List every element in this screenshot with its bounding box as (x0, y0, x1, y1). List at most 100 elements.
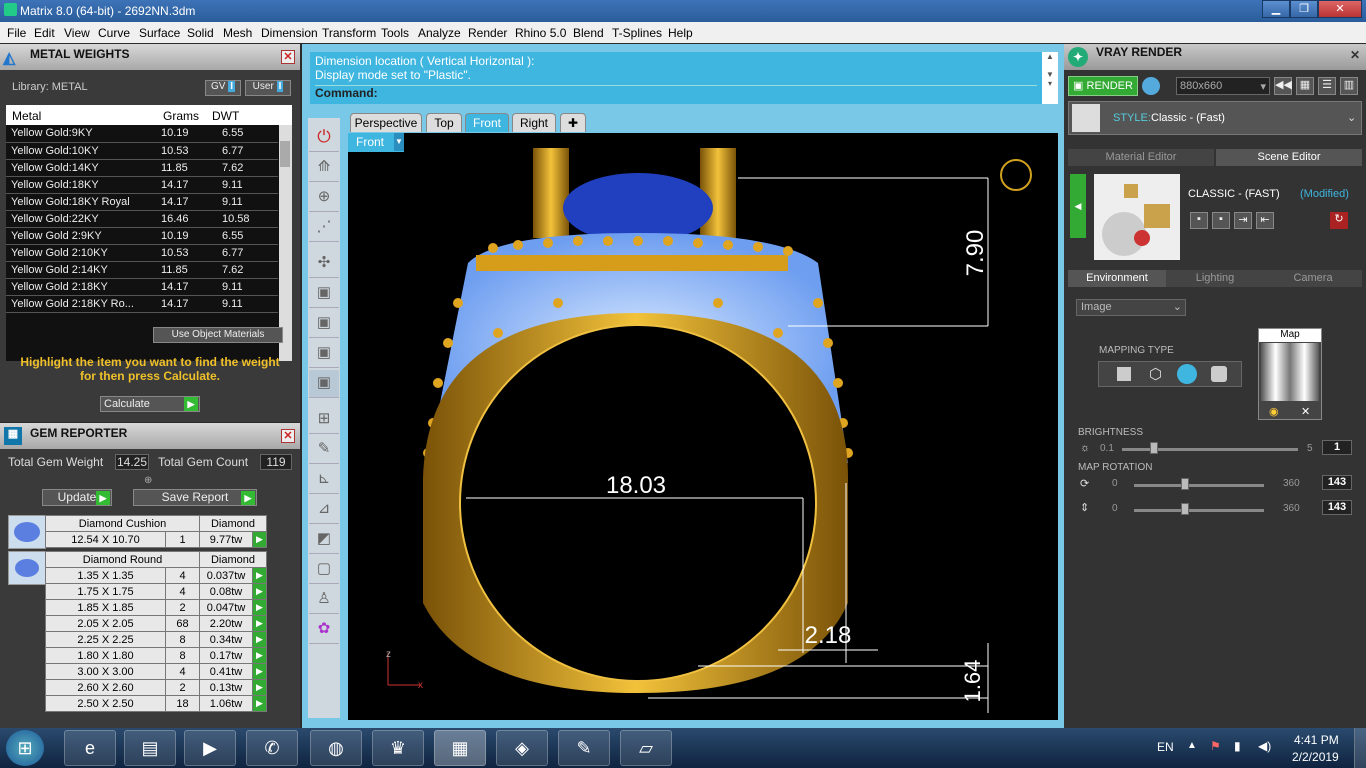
tab-add[interactable]: ✚ (560, 113, 586, 132)
rotation1-knob[interactable] (1181, 478, 1189, 490)
network-icon[interactable]: ▮ (1234, 739, 1241, 753)
ie-icon[interactable]: e (64, 730, 116, 766)
save-as-icon[interactable]: ▪ (1212, 212, 1230, 229)
layers-icon[interactable]: ◩ (309, 526, 339, 554)
table-row[interactable]: Yellow Gold:18KY 14.17 9.11 (6, 176, 278, 194)
globe-icon[interactable]: ⊕ (309, 184, 339, 212)
environment-type-select[interactable]: Image ⌄ (1076, 299, 1186, 316)
gumball-icon[interactable]: ⟰ (309, 154, 339, 182)
import-icon[interactable]: ⇥ (1234, 212, 1252, 229)
play-icon[interactable]: ▶ (252, 599, 267, 616)
table-row[interactable]: 3.00 X 3.00 4 0.41tw ▶ (45, 663, 267, 680)
rotation2-knob[interactable] (1181, 503, 1189, 515)
clock-date[interactable]: 2/2/2019 (1292, 750, 1339, 764)
explorer-icon[interactable]: ▤ (124, 730, 176, 766)
rewind-icon[interactable]: ◀◀ (1274, 77, 1292, 95)
history-icon[interactable]: ▢ (309, 556, 339, 584)
close-button[interactable]: ✕ (1318, 0, 1362, 18)
cube-right-icon[interactable]: ▣ (309, 370, 339, 398)
paint-icon[interactable]: ✎ (558, 730, 610, 766)
show-desktop-button[interactable] (1354, 728, 1366, 768)
render-size-select[interactable]: 880x660 ▾ (1176, 77, 1270, 95)
spherical-map-icon[interactable] (1177, 364, 1197, 384)
ring-model[interactable]: 18.03 7.90 2.18 1.64 z x (348, 133, 1058, 720)
table-row[interactable]: Yellow Gold 2:18KY Ro... 14.17 9.11 (6, 295, 278, 313)
menu-tsplines[interactable]: T-Splines (612, 26, 662, 40)
table-row[interactable]: 1.35 X 1.35 4 0.037tw ▶ (45, 567, 267, 584)
dimension-r-icon[interactable]: ⊿ (309, 496, 339, 524)
command-prompt[interactable]: Command: (315, 85, 1037, 100)
minimize-button[interactable]: ▁ (1262, 0, 1290, 18)
table-row[interactable]: Yellow Gold:22KY 16.46 10.58 (6, 210, 278, 228)
tab-camera[interactable]: Camera (1264, 270, 1362, 287)
menu-view[interactable]: View (64, 26, 90, 40)
cube-top-icon[interactable]: ▣ (309, 310, 339, 338)
menu-mesh[interactable]: Mesh (223, 26, 252, 40)
scroll-thumb[interactable] (280, 141, 290, 167)
tab-scene-editor[interactable]: Scene Editor (1216, 149, 1362, 166)
calculate-button[interactable]: Calculate ▶ (100, 396, 200, 412)
table-row[interactable]: Yellow Gold:10KY 10.53 6.77 (6, 142, 278, 160)
clear-map-icon[interactable]: ✕ (1301, 405, 1310, 418)
save-icon[interactable]: ▪ (1190, 212, 1208, 229)
matrix-icon[interactable]: ◈ (496, 730, 548, 766)
menu-curve[interactable]: Curve (98, 26, 130, 40)
play-icon[interactable]: ▶ (252, 567, 267, 584)
table-row[interactable]: Yellow Gold:14KY 11.85 7.62 (6, 159, 278, 177)
notepad-icon[interactable]: ▱ (620, 730, 672, 766)
tab-front[interactable]: Front (465, 113, 509, 132)
maximize-button[interactable]: ❐ (1290, 0, 1318, 18)
table-row[interactable]: 1.85 X 1.85 2 0.047tw ▶ (45, 599, 267, 616)
table-row[interactable]: 2.60 X 2.60 2 0.13tw ▶ (45, 679, 267, 696)
zoom-extents-icon[interactable]: ⊞ (309, 406, 339, 434)
tab-right[interactable]: Right (512, 113, 556, 132)
figure-icon[interactable]: ♙ (309, 586, 339, 614)
pen-icon[interactable]: ✎ (309, 436, 339, 464)
table-row[interactable]: 1.80 X 1.80 8 0.17tw ▶ (45, 647, 267, 664)
table-row[interactable]: 2.05 X 2.05 68 2.20tw ▶ (45, 615, 267, 632)
tab-top[interactable]: Top (426, 113, 462, 132)
play-icon[interactable]: ▶ (252, 663, 267, 680)
menu-analyze[interactable]: Analyze (418, 26, 461, 40)
menu-file[interactable]: File (7, 26, 26, 40)
tab-material-editor[interactable]: Material Editor (1068, 149, 1214, 166)
media-player-icon[interactable]: ▶ (184, 730, 236, 766)
rotation2-slider[interactable] (1134, 509, 1264, 512)
tab-perspective[interactable]: Perspective (350, 113, 422, 132)
table-row[interactable]: Yellow Gold:9KY 10.19 6.55 (6, 125, 278, 143)
play-icon[interactable]: ▶ (252, 695, 267, 712)
chrome-icon[interactable]: ◍ (310, 730, 362, 766)
export-icon[interactable]: ⇤ (1256, 212, 1274, 229)
table-row[interactable]: 2.50 X 2.50 18 1.06tw ▶ (45, 695, 267, 712)
menu-rhino[interactable]: Rhino 5.0 (515, 26, 566, 40)
render-mode-icon[interactable] (1142, 77, 1160, 95)
gear-icon[interactable]: ✿ (309, 616, 339, 644)
gv-toggle[interactable]: GV I (205, 80, 241, 96)
play-icon[interactable]: ▶ (252, 647, 267, 664)
menu-dimension[interactable]: Dimension (261, 26, 318, 40)
menu-tools[interactable]: Tools (381, 26, 409, 40)
app-icon-1[interactable]: ▦ (434, 730, 486, 766)
clock-time[interactable]: 4:41 PM (1294, 733, 1339, 747)
viewport-front[interactable]: 18.03 7.90 2.18 1.64 z x Front ▼ (348, 133, 1058, 720)
options-icon[interactable]: ▥ (1340, 77, 1358, 95)
vray-close-icon[interactable]: ✕ (1350, 48, 1360, 62)
color-picker-icon[interactable]: ◉ (1269, 405, 1279, 418)
table-row[interactable]: Yellow Gold 2:10KY 10.53 6.77 (6, 244, 278, 262)
power-icon[interactable]: ⏻ (309, 124, 339, 152)
use-object-materials-button[interactable]: Use Object Materials (153, 327, 283, 343)
menu-render[interactable]: Render (468, 26, 507, 40)
play-icon[interactable]: ▶ (252, 679, 267, 696)
splitter-handle-icon[interactable]: ⊕ (144, 475, 152, 486)
user-toggle[interactable]: User I (245, 80, 291, 96)
flag-icon[interactable]: ⚑ (1210, 739, 1221, 753)
map-slot[interactable]: Map ◉ ✕ (1258, 328, 1322, 420)
tray-up-icon[interactable]: ▲ (1187, 740, 1197, 751)
table-row[interactable]: Yellow Gold:18KY Royal 14.17 9.11 (6, 193, 278, 211)
play-icon[interactable]: ▶ (252, 631, 267, 648)
metal-scrollbar[interactable] (279, 125, 292, 361)
reset-icon[interactable]: ↻ (1330, 212, 1348, 229)
snap-icon[interactable]: ⋰ (309, 214, 339, 242)
viber-icon[interactable]: ✆ (246, 730, 298, 766)
menu-blend[interactable]: Blend (573, 26, 604, 40)
